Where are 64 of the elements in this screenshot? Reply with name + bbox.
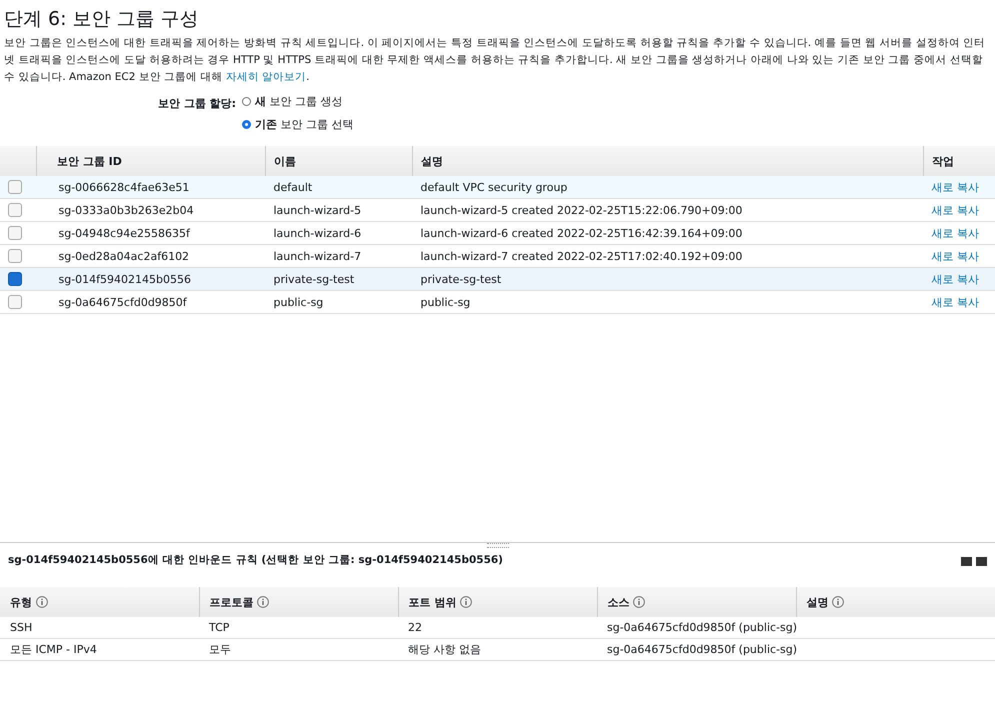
table-cell: default — [274, 180, 312, 194]
table-cell: launch-wizard-7 — [274, 250, 362, 262]
table-cell: sg-04948c94e2558635f — [58, 226, 190, 240]
table-cell: default VPC security group — [420, 180, 568, 194]
info-icon[interactable] — [460, 596, 472, 608]
table-cell: SSH — [10, 621, 32, 634]
column-header: 포트 범위 — [408, 596, 456, 608]
inbound-rules-title: sg-014f59402145b0556에 대한 인바운드 규칙 (선택한 보안 그룹: sg-014f59402145b0556) — [8, 553, 503, 567]
copy-link[interactable]: 새로 복사 — [932, 296, 979, 308]
table-cell: launch-wizard-6 — [274, 226, 362, 240]
table-cell: sg-0ed28a04ac2af6102 — [58, 250, 190, 262]
table-row[interactable]: sg-0a64675cfd0d9850f public-sg public-sg 새로 복사 — [0, 290, 995, 314]
table-cell: TCP — [209, 621, 230, 634]
table-cell: private-sg-test — [274, 272, 354, 286]
radio-button[interactable] — [242, 120, 251, 129]
table-cell: launch-wizard-6 created 2022-02-25T16:42:39.164+09:00 — [420, 226, 742, 240]
table-cell: sg-0a64675cfd0d9850f (public-sg) — [607, 621, 798, 634]
checkbox[interactable] — [8, 226, 22, 240]
table-cell: sg-0a64675cfd0d9850f (public-sg) — [607, 643, 798, 656]
checkbox[interactable] — [8, 203, 22, 217]
page-title: 단계 6: 보안 그룹 구성 — [4, 7, 200, 32]
table-cell: private-sg-test — [420, 272, 502, 286]
panel-bottom-icon[interactable] — [961, 554, 972, 566]
table-cell: 모두 — [209, 643, 231, 656]
checkbox[interactable] — [8, 180, 22, 194]
table-cell: 모든 ICMP - IPv4 — [10, 643, 97, 656]
description-text: 보안 그룹은 인스턴스에 대한 트래픽을 제어하는 방화벽 규칙 세트입니다. 이 페이지에서는 특정 트래픽을 인스턴스에 도달하도록 허용할 규칙을 추가할 수 있습니다. 예를 들면 웹 서버를 설정하여 인터넷 트래픽을 인스턴스에 도달 허용하려는 경우 HTTP 및 HTTPS 트래픽에 대한 무제한 액세스를 허용하는 규칙을 추가합니다. 새 보안 그룹을 생성하거나 아래에 나와 있는 기존 보안 그룹 중에서 선택할 수 있습니다. Amazon EC2 보안 그룹에 대해 자세히 알아보기. — [4, 36, 986, 85]
column-header[interactable]: 이름 — [274, 154, 296, 168]
column-header: 프로토콜 — [210, 596, 254, 608]
table-cell: launch-wizard-5 — [274, 204, 362, 216]
checkbox[interactable] — [8, 272, 22, 286]
table-cell: 해당 사항 없음 — [408, 643, 481, 656]
copy-link[interactable]: 새로 복사 — [932, 226, 979, 240]
info-icon[interactable] — [832, 596, 844, 608]
info-icon[interactable] — [633, 596, 646, 608]
table-cell: sg-0333a0b3b263e2b04 — [58, 204, 194, 216]
resize-handle-icon[interactable] — [486, 543, 508, 548]
table-cell: launch-wizard-7 created 2022-02-25T17:02:40.192+09:00 — [420, 250, 742, 262]
checkbox[interactable] — [8, 249, 22, 263]
column-header[interactable]: 작업 — [932, 154, 954, 168]
radio-label[interactable]: 새 보안 그룹 생성 — [255, 94, 342, 109]
column-header: 설명 — [806, 596, 828, 608]
column-header[interactable]: 보안 그룹 ID — [57, 154, 122, 168]
table-cell: sg-014f59402145b0556 — [58, 272, 192, 286]
copy-link[interactable]: 새로 복사 — [932, 250, 979, 262]
table-cell: launch-wizard-5 created 2022-02-25T15:22:06.790+09:00 — [420, 204, 742, 216]
radio-button[interactable] — [242, 97, 251, 106]
table-cell: public-sg — [420, 296, 470, 308]
table-cell: sg-0066628c4fae63e51 — [58, 180, 190, 194]
column-header[interactable]: 설명 — [421, 154, 443, 168]
table-row[interactable]: sg-04948c94e2558635f launch-wizard-6 launch-wizard-6 created 2022-02-25T16:42:39.164+09:00 새로 복사 — [0, 222, 995, 244]
info-icon[interactable] — [36, 596, 48, 608]
table-cell: sg-0a64675cfd0d9850f — [58, 296, 187, 308]
learn-more-link[interactable]: 자세히 알아보기 — [226, 71, 306, 83]
assign-label: 보안 그룹 할당: — [156, 96, 236, 112]
column-header: 유형 — [10, 596, 32, 608]
copy-link[interactable]: 새로 복사 — [932, 204, 979, 216]
table-cell: public-sg — [274, 296, 324, 308]
radio-label[interactable]: 기존 보안 그룹 선택 — [255, 117, 354, 132]
table-cell: 22 — [408, 621, 422, 634]
info-icon[interactable] — [257, 596, 270, 608]
table-row[interactable]: sg-0333a0b3b263e2b04 launch-wizard-5 launch-wizard-5 created 2022-02-25T15:22:06.790+09:00 새로 복사 — [0, 198, 995, 222]
column-header: 소스 — [608, 596, 630, 608]
checkbox[interactable] — [8, 295, 22, 309]
